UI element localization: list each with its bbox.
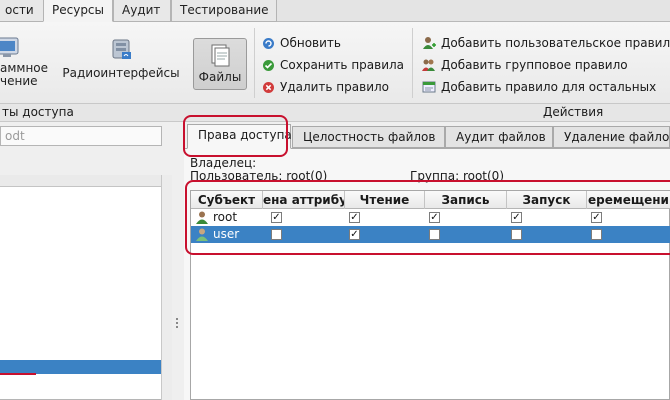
access-objects-label: ты доступа	[2, 105, 74, 119]
check-circle-icon	[263, 59, 274, 71]
tab-label: Удаление файлов	[564, 130, 670, 144]
object-tree-header	[0, 175, 162, 187]
tab-file-deletion[interactable]: Удаление файлов	[553, 126, 670, 148]
add-others-rule-button[interactable]: Добавить правило для остальных	[422, 80, 656, 94]
selected-tree-item[interactable]	[0, 360, 162, 374]
top-tab-strip: ости Ресурсы Аудит Тестирование	[0, 0, 670, 22]
search-text: odt	[5, 129, 25, 143]
delete-rule-button[interactable]: Удалить правило	[262, 80, 389, 94]
refresh-label: Обновить	[280, 36, 341, 50]
files-label: Файлы	[198, 70, 242, 84]
add-group-rule-label: Добавить групповое правило	[441, 58, 628, 72]
tab-resources[interactable]: Ресурсы	[43, 0, 113, 22]
section-labels-row: ты доступа Действия	[0, 104, 670, 122]
tab-label: Аудит файлов	[456, 130, 546, 144]
add-user-rule-button[interactable]: Добавить пользовательское правило	[422, 36, 670, 50]
tab-label: Ресурсы	[52, 3, 105, 17]
panel-splitter[interactable]	[172, 122, 182, 400]
delete-rule-label: Удалить правило	[280, 80, 390, 94]
ribbon-toolbar: аммное чение Радиоинтерфейсы Файлы Обнови…	[0, 22, 670, 104]
refresh-icon	[263, 37, 274, 49]
add-group-rule-button[interactable]: Добавить групповое правило	[422, 58, 628, 72]
actions-label: Действия	[543, 105, 604, 119]
ribbon-divider	[254, 28, 255, 98]
tab-label: Тестирование	[180, 3, 269, 17]
tab-label: Аудит	[122, 3, 161, 17]
tab-audit[interactable]: Аудит	[113, 0, 171, 22]
ribbon-divider	[412, 28, 413, 98]
highlight-access-tab	[183, 115, 288, 157]
save-rules-label: Сохранить правила	[280, 58, 405, 72]
delete-icon	[263, 81, 274, 93]
tab-label: ости	[5, 3, 34, 17]
program-icon	[0, 37, 19, 57]
radio-device-icon	[112, 39, 131, 59]
files-icon	[211, 44, 230, 67]
program-label-1: аммное	[0, 61, 49, 75]
object-search-input[interactable]: odt	[0, 126, 162, 146]
tab-users[interactable]: ости	[0, 0, 44, 22]
add-user-icon	[423, 37, 436, 49]
program-button[interactable]: аммное чение	[0, 32, 49, 94]
tab-label: Целостность файлов	[303, 130, 436, 144]
owner-label: Владелец:	[190, 156, 257, 170]
files-button[interactable]: Файлы	[193, 38, 247, 90]
radio-interfaces-button[interactable]: Радиоинтерфейсы	[60, 32, 182, 92]
tab-file-audit[interactable]: Аудит файлов	[445, 126, 553, 148]
refresh-button[interactable]: Обновить	[262, 36, 341, 50]
add-user-rule-label: Добавить пользовательское правило	[441, 36, 670, 50]
tab-file-integrity[interactable]: Целостность файлов	[292, 126, 445, 148]
tree-highlight-mark	[0, 373, 36, 375]
save-rules-button[interactable]: Сохранить правила	[262, 58, 404, 72]
highlight-permissions-table	[185, 180, 670, 255]
add-others-rule-label: Добавить правило для остальных	[441, 80, 657, 94]
tree-scrollbar[interactable]	[161, 175, 172, 400]
add-others-icon	[422, 81, 436, 93]
add-group-icon	[422, 59, 435, 71]
radio-interfaces-label: Радиоинтерфейсы	[62, 66, 180, 80]
tab-testing[interactable]: Тестирование	[171, 0, 277, 22]
program-label-2: чение	[0, 74, 38, 88]
